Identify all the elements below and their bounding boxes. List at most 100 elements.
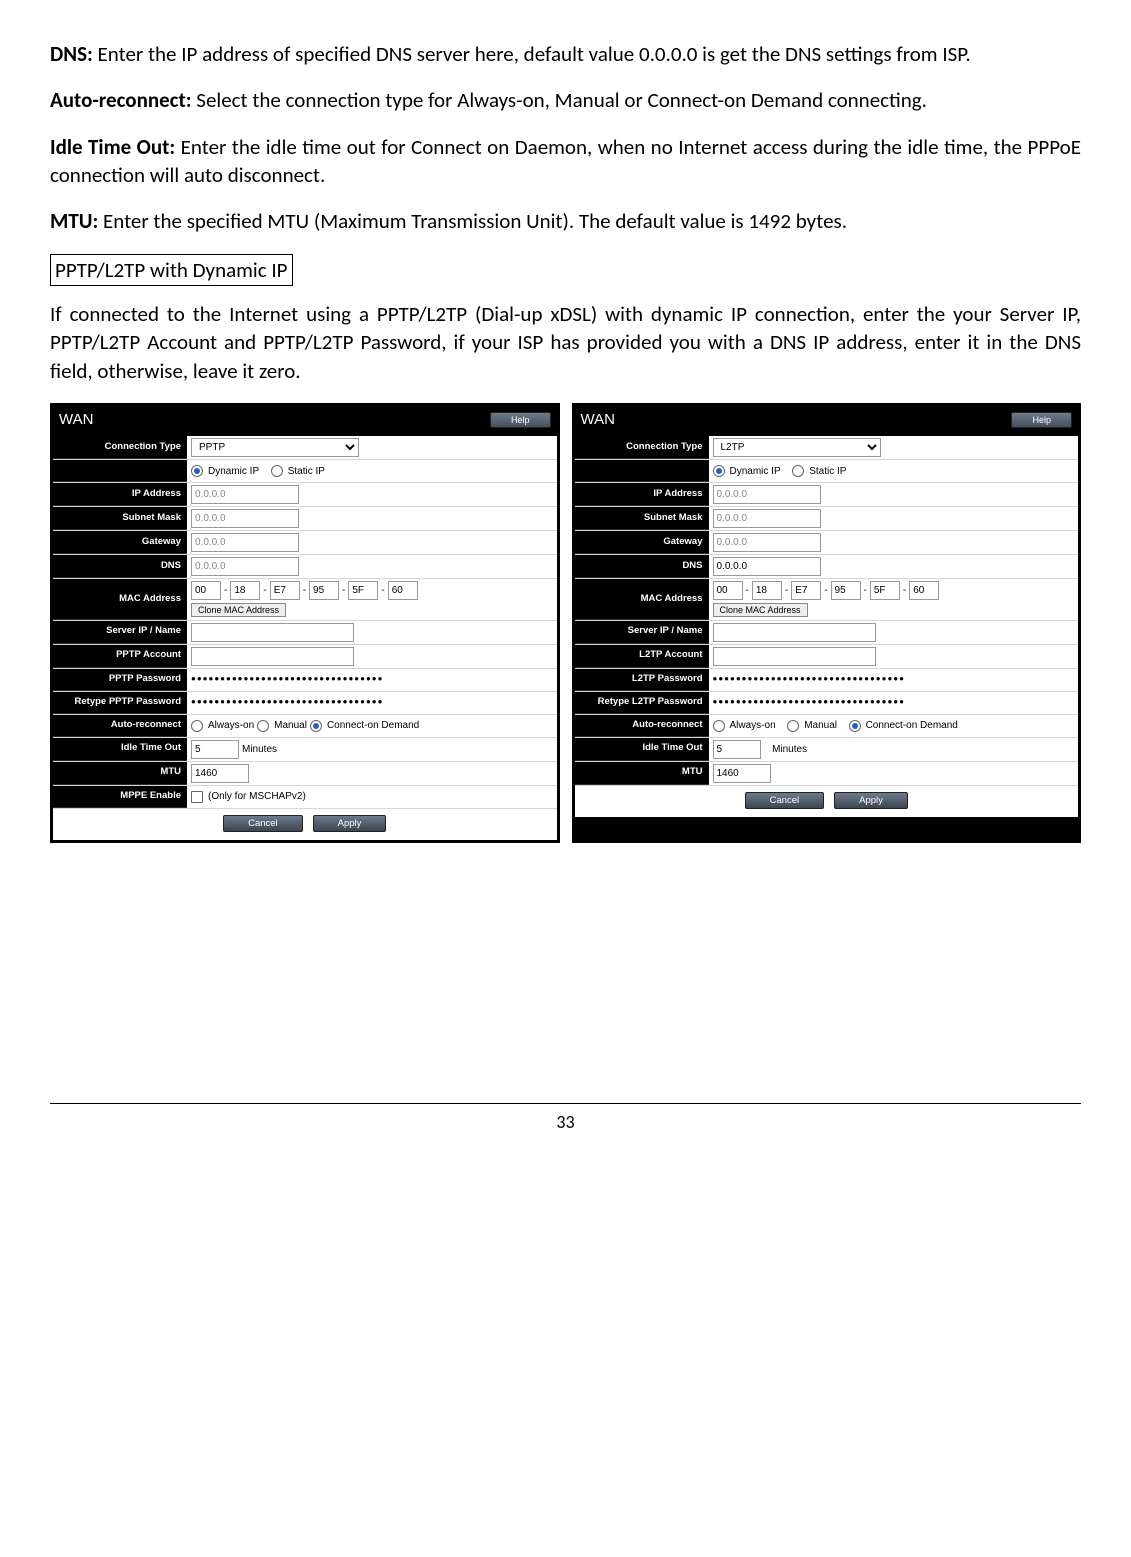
ip-input-left[interactable] [191,485,299,504]
label-subnet-left: Subnet Mask [53,507,187,530]
dns-label: DNS: [50,41,93,67]
conn-type-select-left[interactable]: PPTP [191,438,359,457]
label-account-right: L2TP Account [575,645,709,668]
account-input-right[interactable] [713,647,876,666]
mac-3-left[interactable] [309,581,339,600]
mac-5-right[interactable] [909,581,939,600]
label-blank-left [53,460,187,482]
label-server-right: Server IP / Name [575,621,709,644]
password-dots-right[interactable]: ●●●●●●●●●●●●●●●●●●●●●●●●●●●●●●●●● [713,674,905,685]
mac-4-right[interactable] [870,581,900,600]
page-number: 33 [50,1103,1081,1134]
auto-reconnect-text: Select the connection type for Always-on… [192,87,927,113]
mac-2-right[interactable] [791,581,821,600]
retype-dots-right[interactable]: ●●●●●●●●●●●●●●●●●●●●●●●●●●●●●●●●● [713,697,905,708]
radio-cod-left-label: Connect-on Demand [327,719,419,733]
radio-manual-left-label: Manual [274,719,307,733]
radio-manual-right[interactable] [787,720,799,732]
mac-5-left[interactable] [388,581,418,600]
mac-4-left[interactable] [348,581,378,600]
clone-mac-button-right[interactable]: Clone MAC Address [713,603,808,617]
label-mac-left: MAC Address [53,579,187,620]
idle-input-left[interactable] [191,740,239,759]
radio-cod-left[interactable] [310,720,322,732]
mac-1-left[interactable] [230,581,260,600]
mac-0-right[interactable] [713,581,743,600]
cancel-button-left[interactable]: Cancel [223,815,303,832]
mac-1-right[interactable] [752,581,782,600]
label-mac-right: MAC Address [575,579,709,620]
radio-dynamic-left-label: Dynamic IP [208,465,259,479]
l2tp-panel: WAN Help Connection Type L2TP Dynamic IP… [572,403,1082,843]
idle-timeout-paragraph: Idle Time Out: Enter the idle time out f… [50,133,1081,190]
subnet-input-left[interactable] [191,509,299,528]
radio-manual-left[interactable] [257,720,269,732]
label-conn-type-left: Connection Type [53,436,187,459]
minutes-right: Minutes [772,743,807,757]
section-heading-box: PPTP/L2TP with Dynamic IP [50,254,293,286]
label-subnet-right: Subnet Mask [575,507,709,530]
radio-dynamic-right-label: Dynamic IP [730,465,781,479]
ip-input-right[interactable] [713,485,821,504]
radio-manual-right-label: Manual [804,719,837,733]
retype-dots-left[interactable]: ●●●●●●●●●●●●●●●●●●●●●●●●●●●●●●●●● [191,697,383,708]
minutes-left: Minutes [242,743,277,757]
panel-title-right: WAN [581,410,615,430]
label-mtu-right: MTU [575,762,709,785]
mac-3-right[interactable] [831,581,861,600]
mtu-text: Enter the specified MTU (Maximum Transmi… [98,208,847,234]
mtu-label: MTU: [50,208,98,234]
label-conn-type-right: Connection Type [575,436,709,459]
mtu-paragraph: MTU: Enter the specified MTU (Maximum Tr… [50,207,1081,235]
radio-static-right-label: Static IP [809,465,846,479]
mac-2-left[interactable] [270,581,300,600]
radio-cod-right-label: Connect-on Demand [866,719,958,733]
idle-input-right[interactable] [713,740,761,759]
radio-dynamic-right[interactable] [713,465,725,477]
radio-static-right[interactable] [792,465,804,477]
label-password-right: L2TP Password [575,669,709,691]
intro-paragraph: If connected to the Internet using a PPT… [50,300,1081,385]
password-dots-left[interactable]: ●●●●●●●●●●●●●●●●●●●●●●●●●●●●●●●●● [191,674,383,685]
server-input-right[interactable] [713,623,876,642]
subnet-input-right[interactable] [713,509,821,528]
label-gateway-left: Gateway [53,531,187,554]
pptp-panel: WAN Help Connection Type PPTP Dynamic IP… [50,403,560,843]
label-mtu-left: MTU [53,762,187,785]
radio-always-right[interactable] [713,720,725,732]
label-dns-right: DNS [575,555,709,578]
mac-0-left[interactable] [191,581,221,600]
dns-text: Enter the IP address of specified DNS se… [93,41,971,67]
dns-input-right[interactable] [713,557,821,576]
help-button-right[interactable]: Help [1011,412,1072,428]
radio-dynamic-left[interactable] [191,465,203,477]
mtu-input-right[interactable] [713,764,771,783]
radio-static-left-label: Static IP [288,465,325,479]
server-input-left[interactable] [191,623,354,642]
label-account-left: PPTP Account [53,645,187,668]
apply-button-left[interactable]: Apply [313,815,387,832]
radio-cod-right[interactable] [849,720,861,732]
mppe-checkbox-left[interactable] [191,791,203,803]
account-input-left[interactable] [191,647,354,666]
idle-timeout-label: Idle Time Out: [50,134,175,160]
gateway-input-left[interactable] [191,533,299,552]
dns-paragraph: DNS: Enter the IP address of specified D… [50,40,1081,68]
label-autorec-left: Auto-reconnect [53,715,187,737]
radio-always-left[interactable] [191,720,203,732]
radio-always-right-label: Always-on [730,719,776,733]
mtu-input-left[interactable] [191,764,249,783]
label-server-left: Server IP / Name [53,621,187,644]
apply-button-right[interactable]: Apply [834,792,908,809]
label-idle-right: Idle Time Out [575,738,709,761]
label-ip-right: IP Address [575,483,709,506]
conn-type-select-right[interactable]: L2TP [713,438,881,457]
cancel-button-right[interactable]: Cancel [745,792,825,809]
dns-input-left[interactable] [191,557,299,576]
label-autorec-right: Auto-reconnect [575,715,709,737]
radio-static-left[interactable] [271,465,283,477]
clone-mac-button-left[interactable]: Clone MAC Address [191,603,286,617]
help-button-left[interactable]: Help [490,412,551,428]
auto-reconnect-label: Auto-reconnect: [50,87,192,113]
gateway-input-right[interactable] [713,533,821,552]
